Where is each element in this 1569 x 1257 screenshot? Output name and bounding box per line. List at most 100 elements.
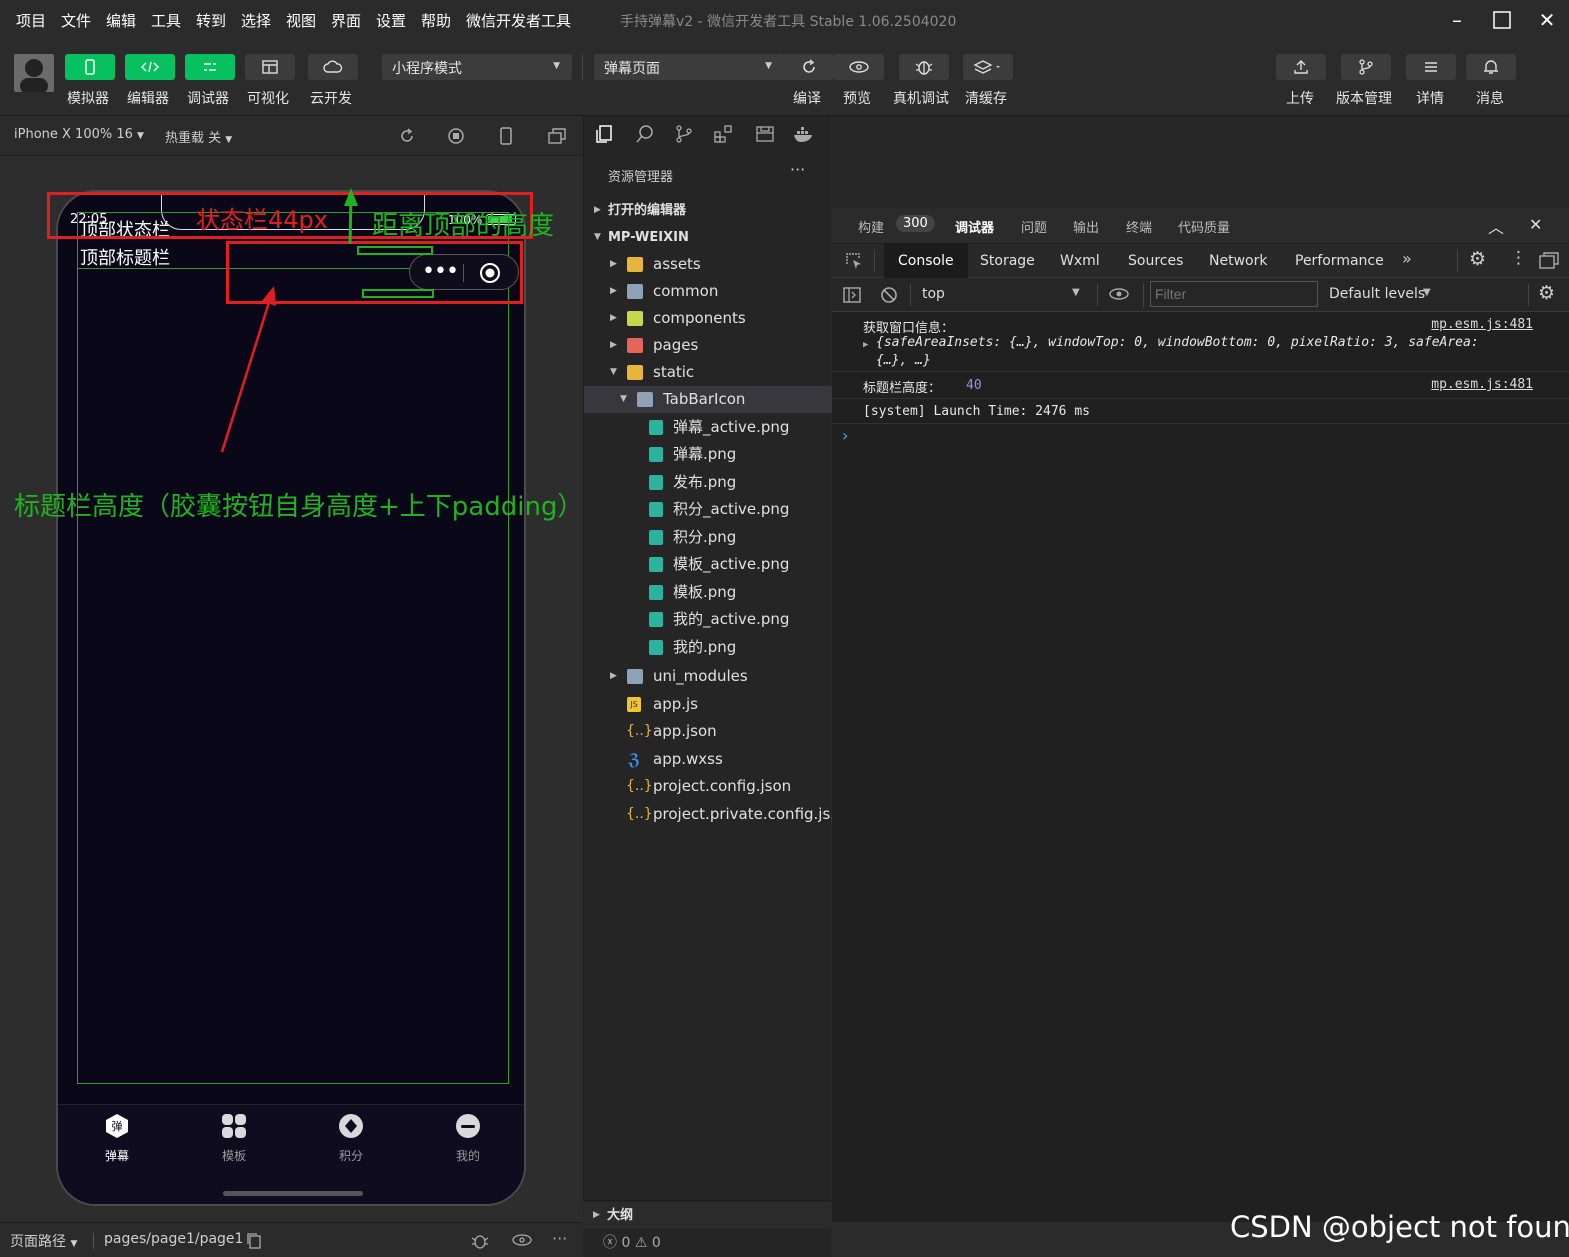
- tree-item-file[interactable]: 我的.png: [584, 634, 832, 661]
- tree-item-app-wxss[interactable]: ℨapp.wxss: [584, 746, 832, 773]
- simulator-button[interactable]: [65, 54, 115, 80]
- preview-button[interactable]: [834, 54, 884, 80]
- copy-icon[interactable]: [246, 1232, 262, 1250]
- tree-item-file[interactable]: 模板.png: [584, 579, 832, 606]
- editor-button[interactable]: [125, 54, 175, 80]
- outline-section[interactable]: ▶ 大纲: [583, 1202, 831, 1229]
- tree-item-tabbaricon[interactable]: ▼ TabBarIcon: [584, 386, 832, 413]
- tree-item-app-json[interactable]: {..} app.json: [584, 718, 832, 745]
- tree-item-project-config[interactable]: {..} project.config.json: [584, 773, 832, 800]
- cloud-button[interactable]: [308, 54, 358, 80]
- console-filter-input[interactable]: [1150, 281, 1318, 307]
- avatar[interactable]: [14, 54, 54, 92]
- compile-button[interactable]: [784, 54, 834, 80]
- menu-project[interactable]: 项目: [16, 10, 46, 31]
- eye-icon[interactable]: [511, 1233, 533, 1247]
- minimize-button[interactable]: –: [1442, 6, 1472, 34]
- messages-button[interactable]: [1466, 54, 1516, 80]
- tab-debugger[interactable]: 调试器: [955, 217, 994, 236]
- menu-file[interactable]: 文件: [61, 10, 91, 31]
- menu-tools[interactable]: 工具: [151, 10, 181, 31]
- tab-danmu[interactable]: 弹 弹幕: [77, 1113, 157, 1164]
- root-folder[interactable]: ▼ MP-WEIXIN: [584, 224, 832, 251]
- gear-icon[interactable]: ⚙: [1469, 248, 1486, 270]
- context-select[interactable]: top ▼: [916, 283, 1086, 307]
- tree-item-file[interactable]: 弹幕_active.png: [584, 414, 832, 441]
- more-tabs-icon[interactable]: »: [1402, 249, 1412, 268]
- close-icon[interactable]: ✕: [1529, 215, 1542, 234]
- upload-button[interactable]: [1276, 54, 1326, 80]
- tree-item-components[interactable]: ▶ components: [584, 305, 832, 332]
- console-prompt-icon[interactable]: ›: [842, 426, 848, 445]
- tree-item-file[interactable]: 积分_active.png: [584, 496, 832, 523]
- tree-item-common[interactable]: ▶ common: [584, 278, 832, 305]
- storage-icon[interactable]: [755, 124, 775, 144]
- tab-code-quality[interactable]: 代码质量: [1178, 217, 1230, 236]
- problems-counter[interactable]: ⓧ 0 ⚠ 0: [603, 1232, 661, 1252]
- tree-item-file[interactable]: 弹幕.png: [584, 441, 832, 468]
- mode-select[interactable]: 小程序模式 ▼: [382, 54, 572, 80]
- clear-console-icon[interactable]: [879, 285, 899, 305]
- tab-problems[interactable]: 问题: [1021, 217, 1047, 236]
- visual-button[interactable]: [245, 54, 295, 80]
- rotate-icon[interactable]: [398, 127, 416, 145]
- record-icon[interactable]: [447, 127, 465, 145]
- tab-build[interactable]: 构建: [858, 217, 884, 236]
- debugger-button[interactable]: [185, 54, 235, 80]
- tab-points[interactable]: 积分: [311, 1113, 391, 1164]
- console-source-link[interactable]: mp.esm.js:481: [1431, 377, 1533, 392]
- collapse-icon[interactable]: ︿: [1488, 214, 1504, 238]
- tab-output[interactable]: 输出: [1073, 217, 1099, 236]
- popout-icon[interactable]: [547, 127, 567, 145]
- menu-edit[interactable]: 编辑: [106, 10, 136, 31]
- tab-storage[interactable]: Storage: [966, 244, 1049, 278]
- menu-help[interactable]: 帮助: [421, 10, 451, 31]
- log-levels-select[interactable]: Default levels ▼: [1322, 283, 1442, 307]
- maximize-button[interactable]: [1487, 6, 1517, 34]
- tree-item-assets[interactable]: ▶ assets: [584, 251, 832, 278]
- page-path-select[interactable]: 页面路径 ▼: [10, 1231, 77, 1251]
- files-icon[interactable]: [594, 124, 614, 144]
- console-source-link[interactable]: mp.esm.js:481: [1431, 317, 1533, 332]
- expand-arrow-icon[interactable]: ▶: [863, 340, 868, 350]
- tree-item-file[interactable]: 发布.png: [584, 469, 832, 496]
- tree-item-file[interactable]: 我的_active.png: [584, 606, 832, 633]
- bug-icon[interactable]: [470, 1232, 490, 1250]
- hot-reload-select[interactable]: 热重载 关 ▼: [165, 127, 232, 146]
- explorer-more-icon[interactable]: ···: [790, 160, 805, 179]
- clear-cache-button[interactable]: [963, 54, 1013, 80]
- real-device-debug-button[interactable]: [899, 54, 949, 80]
- extensions-icon[interactable]: [713, 124, 733, 144]
- tree-item-pages[interactable]: ▶ pages: [584, 332, 832, 359]
- close-window-button[interactable]: ✕: [1532, 6, 1562, 34]
- search-icon[interactable]: [635, 124, 655, 144]
- tree-item-file[interactable]: 积分.png: [584, 524, 832, 551]
- tab-templates[interactable]: 模板: [194, 1113, 274, 1164]
- tab-terminal[interactable]: 终端: [1126, 217, 1152, 236]
- open-editors-section[interactable]: ▶ 打开的编辑器: [584, 197, 832, 224]
- tab-console[interactable]: Console: [884, 244, 968, 278]
- tab-sources[interactable]: Sources: [1114, 244, 1197, 278]
- tree-item-project-private-config[interactable]: {..} project.private.config.js...: [584, 801, 845, 828]
- device-select[interactable]: iPhone X 100% 16 ▼: [14, 127, 144, 142]
- device-icon[interactable]: [499, 126, 513, 146]
- tree-item-file[interactable]: 模板_active.png: [584, 551, 832, 578]
- tab-wxml[interactable]: Wxml: [1046, 244, 1114, 278]
- menu-settings[interactable]: 设置: [376, 10, 406, 31]
- tab-performance[interactable]: Performance: [1281, 244, 1398, 278]
- menu-goto[interactable]: 转到: [196, 10, 226, 31]
- gear-icon[interactable]: ⚙: [1538, 282, 1555, 304]
- details-button[interactable]: [1406, 54, 1456, 80]
- inspect-icon[interactable]: [844, 251, 864, 271]
- docker-icon[interactable]: [792, 124, 816, 144]
- sidebar-toggle-icon[interactable]: [842, 285, 862, 305]
- tab-network[interactable]: Network: [1195, 244, 1281, 278]
- tree-item-static[interactable]: ▼ static: [584, 359, 832, 386]
- source-control-icon[interactable]: [674, 124, 694, 144]
- tree-item-app-js[interactable]: JS app.js: [584, 691, 832, 718]
- menu-interface[interactable]: 界面: [331, 10, 361, 31]
- dock-icon[interactable]: [1538, 251, 1560, 271]
- kebab-menu-icon[interactable]: ⋮: [1510, 248, 1527, 268]
- menu-select[interactable]: 选择: [241, 10, 271, 31]
- eye-icon[interactable]: [1108, 287, 1130, 301]
